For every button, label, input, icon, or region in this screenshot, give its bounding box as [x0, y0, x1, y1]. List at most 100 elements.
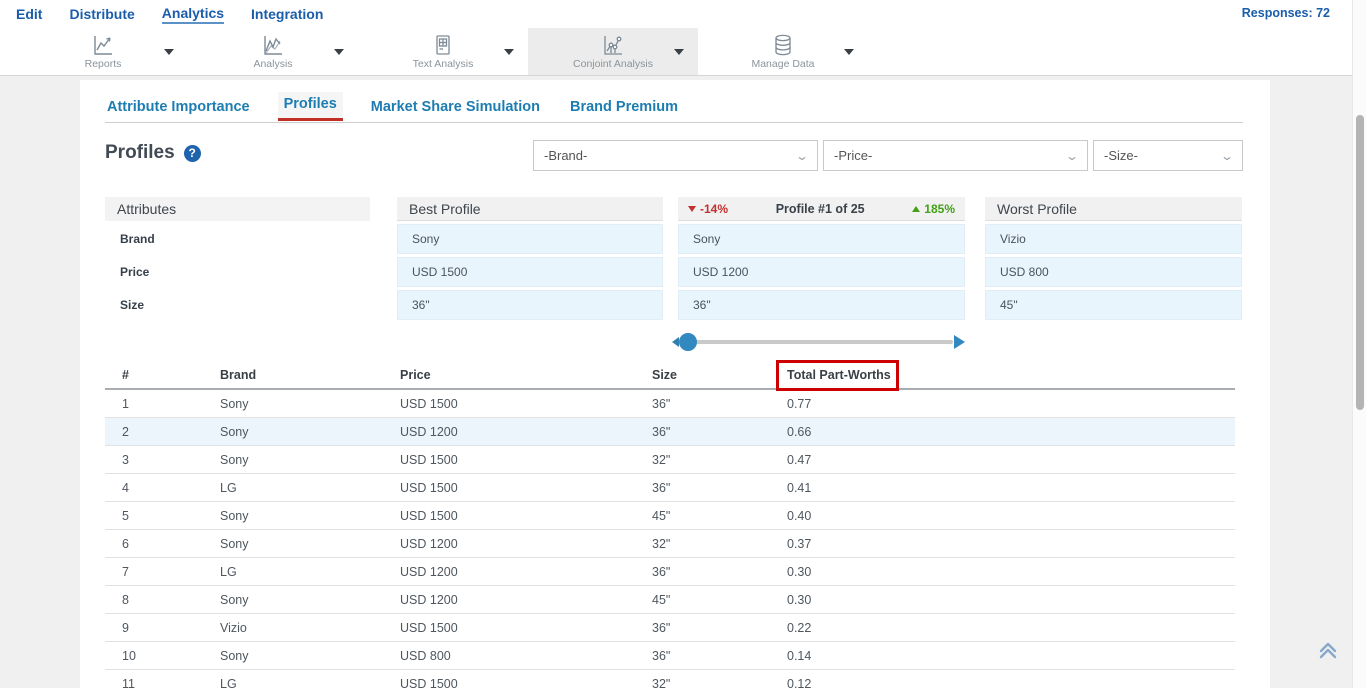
worst-profile-brand: Vizio [985, 224, 1242, 254]
tabs-divider [105, 122, 1243, 123]
best-profile-size: 36" [397, 290, 663, 320]
table-row[interactable]: 7 LG USD 1200 36" 0.30 [105, 558, 1235, 586]
col-header-brand: Brand [220, 368, 400, 382]
cell-index: 5 [105, 509, 220, 523]
toolbar-label-reports: Reports [85, 58, 122, 70]
cell-brand: Vizio [220, 621, 400, 635]
tab-attribute-importance[interactable]: Attribute Importance [105, 95, 252, 121]
cell-size: 36" [652, 481, 787, 495]
cell-price: USD 1500 [400, 621, 652, 635]
tab-market-share-simulation[interactable]: Market Share Simulation [369, 95, 542, 121]
text-analysis-dropdown-caret-icon[interactable] [504, 49, 514, 55]
size-filter-value: -Size- [1104, 148, 1138, 163]
cell-price: USD 1500 [400, 509, 652, 523]
reports-dropdown-caret-icon[interactable] [164, 49, 174, 55]
size-filter-dropdown[interactable]: -Size- ⌄ [1093, 140, 1243, 171]
brand-filter-value: -Brand- [544, 148, 587, 163]
chevron-down-icon: ⌄ [795, 149, 809, 163]
table-row[interactable]: 4 LG USD 1500 36" 0.41 [105, 474, 1235, 502]
attribute-label-size: Size [105, 290, 370, 320]
cell-brand: Sony [220, 537, 400, 551]
cell-total-part-worths: 0.30 [787, 565, 1235, 579]
profiles-table: # Brand Price Size Total Part-Worths 1 S… [105, 362, 1235, 688]
toolbar-button-conjoint-analysis[interactable]: Conjoint Analysis [528, 28, 698, 75]
cell-price: USD 1500 [400, 677, 652, 688]
top-nav-bar: Edit Distribute Analytics Integration Re… [0, 0, 1366, 28]
analysis-dropdown-caret-icon[interactable] [334, 49, 344, 55]
attributes-column: Attributes Brand Price Size [105, 197, 370, 320]
table-row[interactable]: 11 LG USD 1500 32" 0.12 [105, 670, 1235, 688]
nav-item-distribute[interactable]: Distribute [69, 6, 134, 23]
cell-brand: Sony [220, 397, 400, 411]
cell-index: 7 [105, 565, 220, 579]
cell-total-part-worths: 0.22 [787, 621, 1235, 635]
slider-track[interactable] [687, 340, 953, 344]
profile-slider[interactable] [678, 332, 965, 352]
cell-total-part-worths: 0.30 [787, 593, 1235, 607]
cell-index: 3 [105, 453, 220, 467]
cell-total-part-worths: 0.37 [787, 537, 1235, 551]
toolbar-button-reports[interactable]: Reports [18, 28, 188, 75]
tab-brand-premium[interactable]: Brand Premium [568, 95, 680, 121]
cell-brand: Sony [220, 425, 400, 439]
brand-filter-dropdown[interactable]: -Brand- ⌄ [533, 140, 818, 171]
worst-profile-header: Worst Profile [985, 197, 1242, 221]
table-row[interactable]: 6 Sony USD 1200 32" 0.37 [105, 530, 1235, 558]
manage-data-dropdown-caret-icon[interactable] [844, 49, 854, 55]
current-profile-size: 36" [678, 290, 965, 320]
cell-index: 11 [105, 677, 220, 688]
content-card: Attribute Importance Profiles Market Sha… [80, 80, 1270, 688]
toolbar-label-analysis: Analysis [253, 58, 292, 70]
slider-next-arrow-icon[interactable] [954, 335, 965, 349]
chevron-down-icon: ⌄ [1220, 149, 1234, 163]
analytics-toolbar: Reports Analysis Text Analysis [0, 28, 1366, 76]
table-row[interactable]: 3 Sony USD 1500 32" 0.47 [105, 446, 1235, 474]
best-profile-header: Best Profile [397, 197, 663, 221]
table-row[interactable]: 8 Sony USD 1200 45" 0.30 [105, 586, 1235, 614]
cell-brand: LG [220, 677, 400, 688]
nav-item-analytics[interactable]: Analytics [162, 5, 224, 24]
cell-price: USD 800 [400, 649, 652, 663]
conjoint-analysis-dropdown-caret-icon[interactable] [674, 49, 684, 55]
worst-profile-column: Worst Profile Vizio USD 800 45" [985, 197, 1242, 320]
table-row[interactable]: 2 Sony USD 1200 36" 0.66 [105, 418, 1235, 446]
question-mark-circle-icon[interactable]: ? [184, 145, 201, 162]
toolbar-label-conjoint-analysis: Conjoint Analysis [573, 58, 653, 70]
scrollbar-thumb[interactable] [1356, 115, 1364, 410]
nav-item-edit[interactable]: Edit [16, 6, 42, 23]
increase-vs-worst: 185% [912, 202, 955, 216]
vertical-scrollbar [1352, 0, 1366, 688]
table-row[interactable]: 1 Sony USD 1500 36" 0.77 [105, 390, 1235, 418]
cell-size: 32" [652, 453, 787, 467]
attribute-label-brand: Brand [105, 224, 370, 254]
toolbar-button-analysis[interactable]: Analysis [188, 28, 358, 75]
scroll-to-top-chevrons-icon[interactable] [1316, 638, 1340, 662]
price-filter-value: -Price- [834, 148, 872, 163]
cell-index: 6 [105, 537, 220, 551]
table-row[interactable]: 9 Vizio USD 1500 36" 0.22 [105, 614, 1235, 642]
price-filter-dropdown[interactable]: -Price- ⌄ [823, 140, 1088, 171]
cell-index: 10 [105, 649, 220, 663]
table-row[interactable]: 5 Sony USD 1500 45" 0.40 [105, 502, 1235, 530]
toolbar-button-manage-data[interactable]: Manage Data [698, 28, 868, 75]
current-profile-price: USD 1200 [678, 257, 965, 287]
nav-item-integration[interactable]: Integration [251, 6, 323, 23]
reports-chart-icon [91, 33, 115, 57]
conjoint-analysis-icon [601, 33, 625, 57]
cell-total-part-worths: 0.12 [787, 677, 1235, 688]
responses-count[interactable]: Responses: 72 [1242, 6, 1330, 20]
cell-price: USD 1200 [400, 537, 652, 551]
slider-handle[interactable] [679, 333, 697, 351]
toolbar-button-text-analysis[interactable]: Text Analysis [358, 28, 528, 75]
cell-total-part-worths: 0.66 [787, 425, 1235, 439]
cell-brand: LG [220, 565, 400, 579]
cell-size: 36" [652, 649, 787, 663]
database-icon [771, 33, 795, 57]
cell-size: 32" [652, 677, 787, 688]
table-row[interactable]: 10 Sony USD 800 36" 0.14 [105, 642, 1235, 670]
cell-total-part-worths: 0.40 [787, 509, 1235, 523]
current-profile-header: -14% Profile #1 of 25 185% [678, 197, 965, 221]
page-title: Profiles [105, 142, 175, 164]
tab-profiles[interactable]: Profiles [278, 92, 343, 121]
attribute-label-price: Price [105, 257, 370, 287]
